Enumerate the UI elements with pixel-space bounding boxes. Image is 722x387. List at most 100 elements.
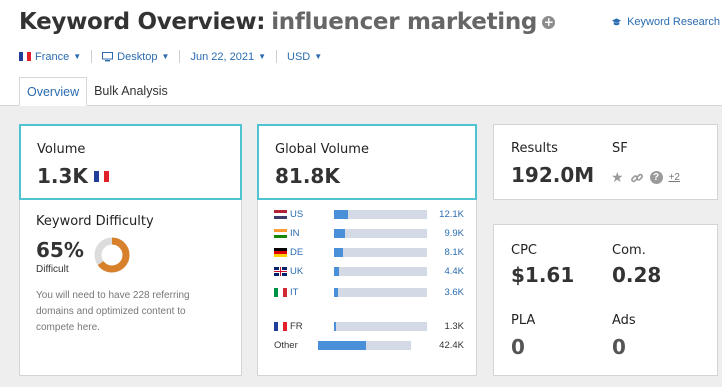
- divider: [276, 50, 277, 63]
- volume-card: Volume 1.3K: [19, 124, 242, 200]
- filter-bar: France ▼ Desktop ▼ Jun 22, 2021 ▼ USD ▼: [19, 50, 322, 63]
- volume-bar-fill: [318, 340, 366, 350]
- star-icon: ★: [611, 169, 624, 185]
- link-icon: [630, 173, 643, 182]
- page-header: Keyword Overview: influencer marketing + K…: [0, 0, 722, 106]
- database-label: France: [35, 50, 70, 63]
- volume-bar: [334, 228, 427, 238]
- country-code: IN: [290, 227, 300, 239]
- results-card: Results 192.0M SF ★ ? +2: [493, 124, 718, 200]
- divider: [91, 50, 93, 63]
- volume-bar: [334, 247, 427, 257]
- com-value: 0.28: [612, 263, 662, 287]
- database-selector[interactable]: France ▼: [19, 51, 81, 63]
- country-volume: 9.9K: [444, 227, 464, 239]
- results-label: Results: [511, 141, 558, 156]
- tab-overview[interactable]: Overview: [19, 77, 88, 106]
- keyword-research-link[interactable]: Keyword Research: [611, 16, 720, 28]
- country-volume: 8.1K: [444, 246, 464, 258]
- france-flag-icon: [93, 171, 109, 182]
- country-code: UK: [290, 265, 304, 277]
- volume-bar: [334, 266, 427, 276]
- country-list: US 12.1K IN 9.9K DE 8.1K UK 4.4K IT 3.6K…: [257, 200, 477, 376]
- it-flag-icon: [274, 287, 287, 297]
- divider: [179, 50, 181, 63]
- ads-value: 0: [612, 335, 626, 359]
- volume-bar: [334, 209, 427, 219]
- kd-note: You will need to have 228 referring doma…: [36, 290, 190, 333]
- country-code: DE: [290, 246, 304, 258]
- title-label: Keyword Overview:: [19, 9, 266, 35]
- france-flag-icon: [19, 52, 31, 61]
- pla-value: 0: [511, 335, 525, 359]
- pla-label: PLA: [511, 313, 536, 328]
- com-label: Com.: [612, 243, 646, 258]
- country-volume: 3.6K: [444, 286, 464, 298]
- country-code: Other: [274, 339, 298, 351]
- chevron-down-icon: ▼: [258, 52, 266, 61]
- volume-value: 1.3K: [37, 164, 88, 188]
- device-selector[interactable]: Desktop ▼: [102, 51, 169, 63]
- uk-flag-icon: [274, 266, 287, 276]
- keyword-text: influencer marketing: [271, 9, 538, 35]
- chevron-down-icon: ▼: [314, 52, 323, 61]
- volume-bar-fill: [334, 266, 339, 276]
- country-row[interactable]: IT 3.6K: [274, 286, 464, 298]
- keyword-research-label: Keyword Research: [627, 16, 720, 28]
- desktop-icon: [102, 51, 114, 61]
- volume-label: Volume: [37, 142, 86, 157]
- add-icon[interactable]: +: [542, 16, 556, 29]
- country-row[interactable]: IN 9.9K: [274, 227, 464, 239]
- kd-level: Difficult: [36, 264, 69, 275]
- country-volume: 42.4K: [439, 339, 464, 351]
- country-row: Other 42.4K: [274, 339, 464, 351]
- global-volume-label: Global Volume: [275, 142, 369, 157]
- ads-label: Ads: [612, 313, 636, 328]
- global-volume-value: 81.8K: [275, 164, 340, 188]
- kd-donut-chart: [94, 237, 130, 273]
- volume-bar: [334, 287, 427, 297]
- de-flag-icon: [274, 247, 287, 257]
- cpc-label: CPC: [511, 243, 537, 258]
- sf-label: SF: [612, 141, 628, 156]
- graduation-cap-icon: [611, 17, 622, 25]
- date-selector[interactable]: Jun 22, 2021 ▼: [190, 51, 266, 63]
- global-volume-header: Global Volume 81.8K: [257, 124, 477, 200]
- device-label: Desktop: [117, 50, 158, 63]
- volume-bar-fill: [334, 321, 336, 331]
- country-volume: 1.3K: [444, 320, 464, 332]
- country-row[interactable]: US 12.1K: [274, 208, 464, 220]
- country-row[interactable]: FR 1.3K: [274, 320, 464, 332]
- serp-features: ★ ? +2: [611, 169, 680, 186]
- volume-bar-fill: [334, 287, 338, 297]
- tab-bulk-analysis[interactable]: Bulk Analysis: [87, 77, 175, 106]
- in-flag-icon: [274, 228, 287, 238]
- country-code: US: [290, 208, 304, 220]
- country-row[interactable]: DE 8.1K: [274, 246, 464, 258]
- kd-label: Keyword Difficulty: [36, 214, 154, 229]
- question-icon: ?: [649, 171, 663, 184]
- country-volume: 12.1K: [439, 208, 464, 220]
- volume-bar: [318, 340, 411, 350]
- chevron-down-icon: ▼: [161, 52, 170, 61]
- country-code: FR: [290, 320, 303, 332]
- cpc-value: $1.61: [511, 263, 575, 287]
- volume-bar-fill: [334, 247, 343, 257]
- volume-bar: [334, 321, 427, 331]
- sf-more-link[interactable]: +2: [669, 172, 680, 183]
- country-volume: 4.4K: [444, 265, 464, 277]
- chevron-down-icon: ▼: [73, 52, 82, 61]
- country-code: IT: [290, 286, 299, 298]
- country-row[interactable]: UK 4.4K: [274, 265, 464, 277]
- volume-bar-fill: [334, 228, 345, 238]
- us-flag-icon: [274, 209, 287, 219]
- results-value: 192.0M: [511, 163, 595, 187]
- kd-value: 65%: [36, 238, 84, 262]
- currency-label: USD: [287, 50, 311, 63]
- tab-bar: Overview Bulk Analysis: [19, 77, 175, 106]
- currency-selector[interactable]: USD ▼: [287, 51, 322, 63]
- page-title: Keyword Overview: influencer marketing +: [19, 9, 556, 35]
- keyword-difficulty: Keyword Difficulty 65% Difficult You wil…: [19, 200, 242, 376]
- metrics-card: CPC $1.61 Com. 0.28 PLA 0 Ads 0: [493, 224, 718, 376]
- volume-bar-fill: [334, 209, 348, 219]
